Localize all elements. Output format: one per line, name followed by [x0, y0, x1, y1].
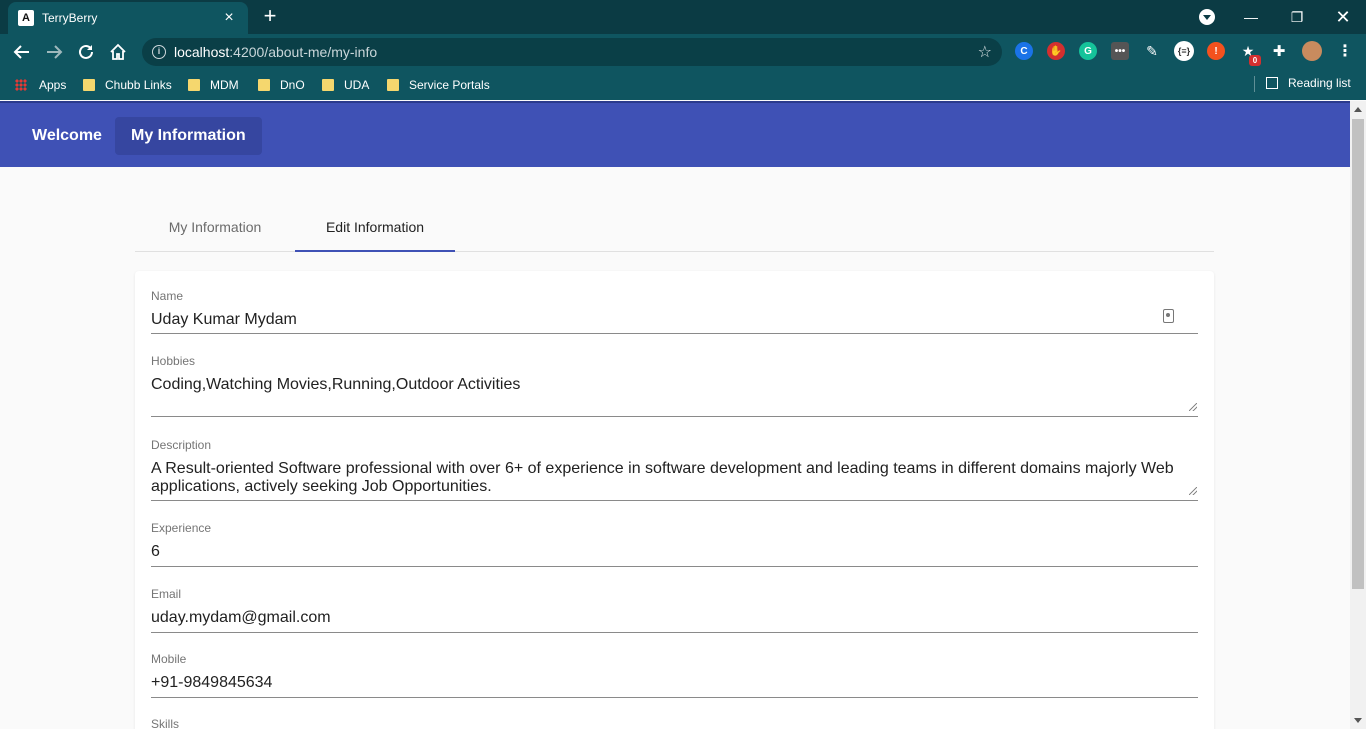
active-tab-indicator: [295, 250, 455, 252]
tab-my-information[interactable]: My Information: [135, 207, 295, 252]
mobile-label: Mobile: [151, 652, 187, 666]
extension-hand-icon[interactable]: ✋: [1047, 42, 1065, 60]
bookmarks-divider: [1254, 76, 1255, 92]
folder-icon: [83, 79, 95, 91]
email-input[interactable]: uday.mydam@gmail.com: [151, 609, 1198, 627]
description-line-2: applications, actively seeking Job Oppor…: [151, 478, 492, 495]
mobile-input[interactable]: +91-9849845634: [151, 674, 1198, 692]
name-input[interactable]: Uday Kumar Mydam: [151, 311, 1198, 329]
window-close-icon[interactable]: ✕: [1320, 0, 1366, 34]
forward-icon[interactable]: [42, 40, 66, 64]
app-toolbar: Welcome My Information: [0, 101, 1350, 167]
extension-dots-icon[interactable]: •••: [1111, 42, 1129, 60]
address-bar[interactable]: i localhost:4200/about-me/my-info ☆: [142, 38, 1002, 66]
email-label: Email: [151, 587, 182, 601]
hobbies-underline: [151, 416, 1198, 417]
apps-grid-icon: [15, 79, 27, 91]
name-underline: [151, 333, 1198, 334]
grammarly-icon[interactable]: G: [1079, 42, 1097, 60]
name-field[interactable]: Name Uday Kumar Mydam: [151, 289, 1198, 334]
extension-pen-icon[interactable]: ✎: [1143, 42, 1161, 60]
nav-my-information[interactable]: My Information: [115, 117, 262, 155]
experience-field[interactable]: Experience 6: [151, 521, 1198, 567]
bookmark-apps[interactable]: Apps: [15, 77, 66, 93]
url-text: localhost:4200/about-me/my-info: [174, 44, 378, 60]
new-tab-button[interactable]: +: [260, 5, 280, 27]
minimize-icon[interactable]: —: [1228, 0, 1274, 34]
bookmark-dno[interactable]: DnO: [258, 77, 305, 93]
extension-badge: 0: [1249, 55, 1261, 66]
edit-form-card: Name Uday Kumar Mydam Hobbies Coding,Wat…: [135, 271, 1214, 729]
browser-tab[interactable]: A TerryBerry ×: [8, 2, 248, 34]
extensions-puzzle-icon[interactable]: ✚: [1270, 42, 1288, 60]
hobbies-label: Hobbies: [151, 354, 196, 368]
tab-group: My Information Edit Information: [135, 207, 1214, 252]
scrollbar-thumb[interactable]: [1352, 119, 1364, 589]
description-line-1: A Result-oriented Software professional …: [151, 460, 1174, 477]
folder-icon: [322, 79, 334, 91]
mobile-underline: [151, 697, 1198, 698]
reading-list-button[interactable]: Reading list: [1266, 76, 1351, 90]
bookmark-service-portals[interactable]: Service Portals: [387, 77, 490, 93]
folder-icon: [258, 79, 270, 91]
resize-handle-icon[interactable]: [1189, 403, 1197, 411]
mobile-field[interactable]: Mobile +91-9849845634: [151, 652, 1198, 698]
scroll-down-icon[interactable]: [1354, 718, 1362, 723]
angular-favicon-icon: A: [18, 10, 34, 26]
experience-label: Experience: [151, 521, 212, 535]
bookmark-mdm[interactable]: MDM: [188, 77, 239, 93]
browser-tab-title: TerryBerry: [42, 11, 98, 25]
email-field[interactable]: Email uday.mydam@gmail.com: [151, 587, 1198, 633]
resize-handle-icon[interactable]: [1189, 487, 1197, 495]
name-label: Name: [151, 289, 184, 303]
experience-underline: [151, 566, 1198, 567]
restore-icon[interactable]: ❐: [1274, 0, 1320, 34]
bookmark-chubb-links[interactable]: Chubb Links: [83, 77, 172, 93]
skills-field[interactable]: Skills: [151, 717, 1198, 729]
description-textarea[interactable]: A Result-oriented Software professional …: [151, 460, 1198, 496]
site-info-icon[interactable]: i: [152, 45, 166, 59]
email-underline: [151, 632, 1198, 633]
description-label: Description: [151, 438, 212, 452]
tab-close-icon[interactable]: ×: [220, 9, 238, 27]
home-icon[interactable]: [106, 40, 130, 64]
hobbies-textarea[interactable]: Coding,Watching Movies,Running,Outdoor A…: [151, 376, 1198, 394]
profile-avatar[interactable]: [1302, 41, 1322, 61]
bookmark-star-icon[interactable]: ☆: [978, 42, 992, 62]
bookmark-uda[interactable]: UDA: [322, 77, 369, 93]
contact-card-icon[interactable]: [1163, 309, 1174, 323]
back-icon[interactable]: [10, 40, 34, 64]
vertical-scrollbar[interactable]: [1350, 101, 1366, 729]
tab-edit-information[interactable]: Edit Information: [295, 207, 455, 252]
extension-json-icon[interactable]: {≡}: [1174, 41, 1194, 61]
reading-list-icon: [1266, 77, 1278, 89]
tab-search-icon[interactable]: [1199, 9, 1215, 25]
extension-alert-icon[interactable]: !: [1207, 42, 1225, 60]
hobbies-field[interactable]: Hobbies Coding,Watching Movies,Running,O…: [151, 354, 1198, 417]
description-field[interactable]: Description A Result-oriented Software p…: [151, 438, 1198, 501]
nav-welcome[interactable]: Welcome: [16, 117, 118, 155]
scroll-up-icon[interactable]: [1354, 107, 1362, 112]
skills-label: Skills: [151, 717, 180, 729]
description-underline: [151, 500, 1198, 501]
browser-tab-strip: A TerryBerry × + — ❐ ✕: [0, 0, 1366, 34]
experience-input[interactable]: 6: [151, 543, 1198, 561]
chrome-menu-icon[interactable]: ⋮: [1336, 42, 1354, 60]
extension-c-icon[interactable]: C: [1015, 42, 1033, 60]
reload-icon[interactable]: [74, 40, 98, 64]
folder-icon: [188, 79, 200, 91]
page-viewport: Welcome My Information My Information Ed…: [0, 101, 1350, 729]
folder-icon: [387, 79, 399, 91]
